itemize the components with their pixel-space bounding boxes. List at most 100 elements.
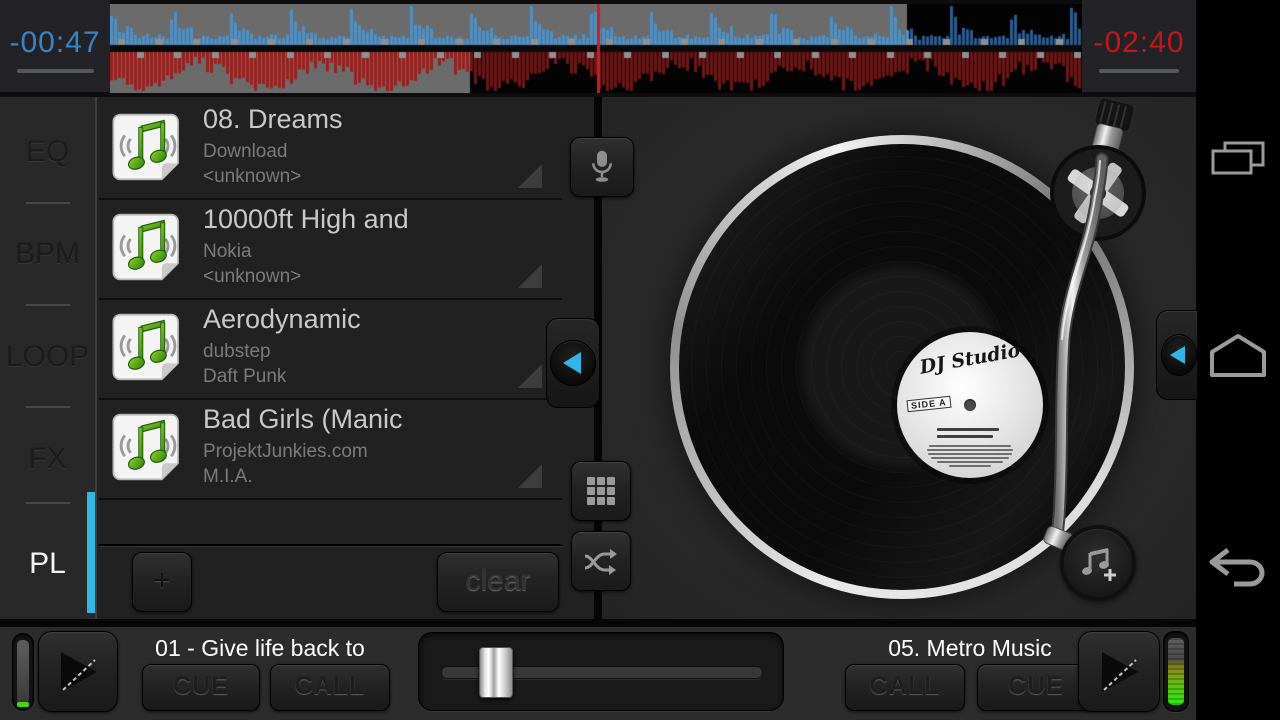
row-drag-grip[interactable]	[518, 164, 542, 188]
sidebar-separator	[26, 202, 70, 204]
crossfader[interactable]	[418, 632, 784, 711]
playlist-row[interactable]: Aerodynamic dubstep Daft Punk	[99, 298, 562, 400]
label-fineprint-line	[937, 461, 1003, 463]
label-tracklist-line	[937, 428, 999, 431]
row-drag-grip[interactable]	[518, 464, 542, 488]
track-album: Download	[203, 141, 288, 162]
tab-fx[interactable]: FX	[0, 442, 95, 476]
add-track-button[interactable]: +	[132, 552, 192, 612]
label-fineprint-line	[928, 453, 1012, 455]
turntable-deck: DJ Studio SIDE A	[602, 97, 1196, 619]
track-album: Nokia	[203, 241, 252, 262]
record-label: DJ Studio SIDE A	[897, 332, 1043, 478]
vu-track	[17, 640, 29, 704]
deck-a-call-button[interactable]: CALL	[270, 664, 390, 711]
track-artist: Daft Punk	[203, 366, 287, 387]
deck-b-remaining-time: -02:40	[1093, 26, 1185, 59]
deck-b-call-button[interactable]: CALL	[845, 664, 965, 711]
deck-a-track-title: 01 - Give life back to	[155, 635, 365, 661]
load-track-to-deck-button[interactable]	[1060, 525, 1136, 601]
track-title: 10000ft High and	[203, 204, 409, 234]
track-album: dubstep	[203, 341, 271, 362]
microphone-icon	[592, 150, 612, 182]
label-fineprint-line	[929, 445, 1011, 447]
vinyl-record[interactable]: DJ Studio SIDE A	[670, 135, 1134, 599]
deck-b-time-underline	[1099, 69, 1179, 73]
play-icon	[1102, 651, 1138, 692]
shuffle-icon	[584, 549, 617, 575]
track-title: 08. Dreams	[203, 104, 343, 134]
dual-waveform-display[interactable]	[110, 4, 1082, 93]
shuffle-button[interactable]	[571, 531, 631, 591]
deck-a-vu-meter	[12, 633, 34, 711]
track-artist: <unknown>	[203, 166, 302, 187]
microphone-button[interactable]	[570, 137, 634, 197]
sidebar-separator	[26, 304, 70, 306]
deck-b-play-button[interactable]	[1078, 631, 1160, 712]
row-drag-grip[interactable]	[518, 364, 542, 388]
arrow-left-icon	[1170, 346, 1185, 364]
deck-a-play-button[interactable]	[38, 631, 118, 712]
home-icon	[1210, 334, 1266, 377]
music-note-plus-icon	[1082, 548, 1116, 581]
track-title: Aerodynamic	[203, 304, 361, 334]
deck-b-track-title: 05. Metro Music	[888, 635, 1052, 661]
waveform-bar: -00:47 -02:40	[0, 0, 1196, 97]
home-button[interactable]	[1196, 332, 1280, 378]
android-nav-bar	[1196, 0, 1280, 720]
clear-playlist-button[interactable]: clear	[437, 552, 559, 612]
deck-a-remaining-time: -00:47	[9, 26, 101, 59]
label-fineprint-line	[949, 465, 991, 467]
spindle-hole	[964, 399, 976, 411]
horizontal-divider	[0, 619, 1196, 627]
sidebar: EQ BPM LOOP FX PL	[0, 97, 98, 619]
row-drag-grip[interactable]	[518, 264, 542, 288]
load-to-deck-tab-right[interactable]	[1156, 310, 1197, 400]
playlist-row[interactable]: 08. Dreams Download <unknown>	[99, 98, 562, 200]
tab-bpm[interactable]: BPM	[0, 237, 95, 271]
sidebar-separator	[26, 502, 70, 504]
back-icon	[1209, 548, 1265, 587]
load-arrow-button[interactable]	[550, 340, 596, 386]
track-artist: <unknown>	[203, 266, 302, 287]
track-title: Bad Girls (Manic	[203, 404, 403, 434]
playlist-toolbar-divider	[99, 544, 562, 546]
deck-a-time-panel: -00:47	[0, 0, 110, 92]
dj-app-screen: -00:47 -02:40 EQ BPM LOOP FX PL 08. Drea…	[0, 0, 1280, 720]
tab-pl[interactable]: PL	[0, 547, 95, 581]
back-button[interactable]	[1196, 548, 1280, 594]
play-icon	[61, 651, 97, 692]
tab-eq[interactable]: EQ	[0, 135, 95, 169]
playlist-panel: 08. Dreams Download <unknown> 10000ft Hi…	[95, 97, 596, 619]
label-fineprint-line	[927, 449, 1013, 451]
album-art-music-note-icon	[111, 313, 180, 381]
playlist-row[interactable]: Bad Girls (Manic ProjektJunkies.com M.I.…	[99, 398, 562, 500]
transport-bar: 01 - Give life back to CUE CALL 05. Metr…	[0, 627, 1196, 720]
vu-level	[17, 702, 29, 707]
deck-a-time-underline	[16, 69, 94, 73]
deck-b-vu-meter	[1163, 631, 1189, 712]
recent-apps-button[interactable]	[1196, 140, 1280, 176]
track-artist: M.I.A.	[203, 466, 253, 487]
label-fineprint-line	[931, 457, 1009, 459]
playlist-row[interactable]: 10000ft High and Nokia <unknown>	[99, 198, 562, 300]
main-area: EQ BPM LOOP FX PL 08. Dreams Download <u…	[0, 97, 1197, 619]
arrow-left-icon	[562, 352, 581, 374]
load-to-left-deck-tab[interactable]	[546, 318, 600, 408]
sidebar-separator	[26, 406, 70, 408]
deck-b-time-panel: -02:40	[1082, 0, 1196, 92]
vu-level	[1168, 638, 1184, 705]
deck-a-cue-button[interactable]: CUE	[142, 664, 260, 711]
load-arrow-button[interactable]	[1161, 334, 1197, 376]
recent-apps-icon	[1211, 141, 1265, 175]
crossfader-handle[interactable]	[479, 647, 513, 698]
album-art-music-note-icon	[111, 413, 180, 481]
album-art-music-note-icon	[111, 213, 180, 281]
tab-loop[interactable]: LOOP	[0, 340, 95, 374]
track-album: ProjektJunkies.com	[203, 441, 368, 462]
sampler-pads-button[interactable]	[571, 461, 631, 521]
record-side-stamp: SIDE A	[906, 395, 952, 413]
album-art-music-note-icon	[111, 113, 180, 181]
label-tracklist-line	[937, 435, 993, 438]
grid-icon	[587, 477, 615, 505]
